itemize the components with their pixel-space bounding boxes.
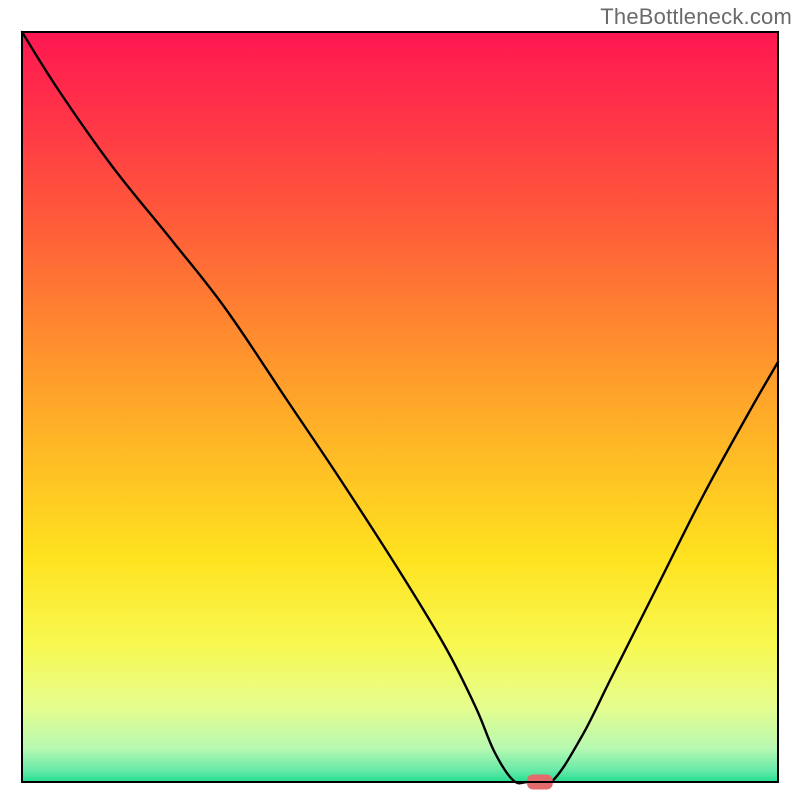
bottleneck-chart: TheBottleneck.com [0,0,800,800]
gradient-background [22,32,778,782]
watermark-text: TheBottleneck.com [600,4,792,30]
chart-svg [0,0,800,800]
